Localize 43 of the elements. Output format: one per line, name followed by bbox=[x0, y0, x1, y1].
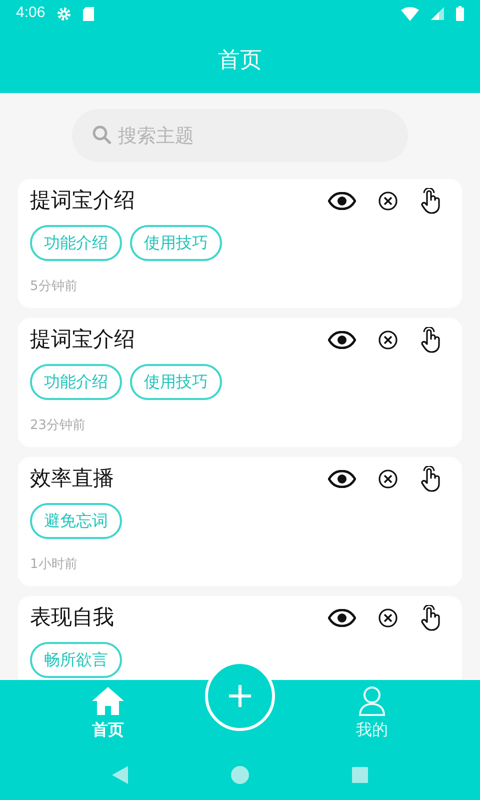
search-field[interactable]: 搜索主题 bbox=[72, 109, 408, 162]
user-icon bbox=[358, 686, 386, 716]
status-time: 4:06 bbox=[16, 3, 46, 24]
close-circle-icon[interactable] bbox=[378, 608, 398, 628]
hand-pointer-icon[interactable] bbox=[420, 604, 442, 631]
plus-icon bbox=[228, 684, 252, 708]
time-label: 23分钟前 bbox=[30, 416, 86, 434]
hand-pointer-icon[interactable] bbox=[420, 466, 442, 492]
hand-pointer-icon[interactable] bbox=[420, 326, 442, 353]
topic-title: 效率直播 bbox=[30, 465, 115, 492]
topic-tag[interactable]: 畅所欲言 bbox=[30, 642, 122, 678]
eye-icon[interactable] bbox=[328, 330, 356, 349]
topic-title: 提词宝介绍 bbox=[30, 326, 136, 353]
topic-card[interactable]: 提词宝介绍 功能介绍 使用技巧 23分钟前 bbox=[18, 318, 462, 447]
signal-icon bbox=[431, 7, 444, 20]
close-circle-icon[interactable] bbox=[378, 330, 398, 350]
page-title: 首页 bbox=[218, 46, 262, 74]
topic-card[interactable]: 提词宝介绍 功能介绍 使用技巧 5分钟前 bbox=[18, 179, 462, 308]
search-icon bbox=[92, 125, 112, 145]
topic-tag[interactable]: 功能介绍 bbox=[30, 224, 122, 260]
eye-icon[interactable] bbox=[328, 192, 356, 210]
eye-icon[interactable] bbox=[328, 470, 356, 488]
time-label: 5分钟前 bbox=[30, 278, 78, 296]
home-icon bbox=[91, 686, 125, 716]
topic-card[interactable]: 效率直播 避免忘词 1小时前 bbox=[18, 457, 462, 586]
time-label: 1小时前 bbox=[30, 556, 78, 574]
topic-tag[interactable]: 避免忘词 bbox=[30, 502, 122, 538]
wifi-icon bbox=[401, 6, 419, 20]
eye-icon[interactable] bbox=[328, 608, 356, 627]
topic-title: 表现自我 bbox=[30, 604, 115, 631]
topic-tag[interactable]: 使用技巧 bbox=[130, 364, 222, 400]
topic-tag[interactable]: 功能介绍 bbox=[30, 364, 122, 400]
hand-pointer-icon[interactable] bbox=[420, 188, 442, 214]
settings-icon bbox=[57, 6, 72, 20]
battery-icon bbox=[456, 6, 464, 21]
topic-card[interactable]: 表现自我 畅所欲言 bbox=[18, 596, 462, 680]
tab-item[interactable]: 首页 bbox=[48, 686, 168, 750]
close-circle-icon[interactable] bbox=[378, 190, 398, 211]
close-circle-icon[interactable] bbox=[378, 468, 398, 489]
topic-tag[interactable]: 使用技巧 bbox=[130, 224, 222, 260]
sd-card-icon bbox=[83, 6, 94, 20]
topic-title: 提词宝介绍 bbox=[30, 187, 136, 214]
tab-item[interactable]: 我的 bbox=[312, 686, 432, 750]
